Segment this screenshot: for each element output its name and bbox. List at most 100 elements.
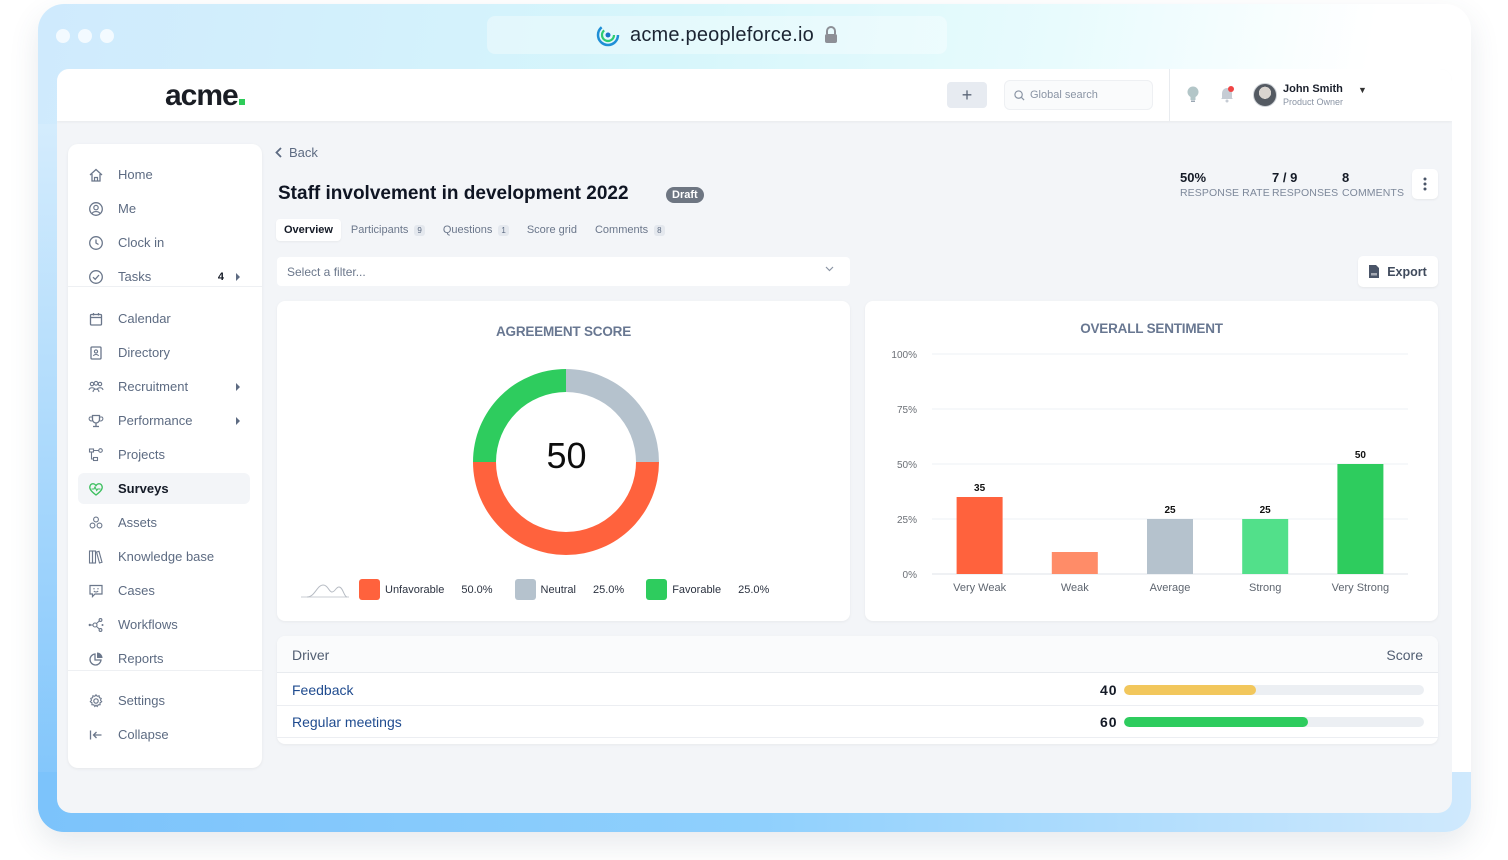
chevron-right-icon xyxy=(236,272,240,281)
driver-link[interactable]: Feedback xyxy=(292,682,353,698)
company-logo[interactable]: acme xyxy=(165,79,245,113)
tab-comments[interactable]: Comments 8 xyxy=(587,219,673,241)
tab-label: Questions xyxy=(442,224,493,236)
table-row: Feedback 40 xyxy=(277,674,1438,706)
sidebar-divider xyxy=(68,670,262,671)
chevron-right-icon xyxy=(236,382,240,391)
legend-swatch-favorable xyxy=(646,579,668,600)
window-dot[interactable] xyxy=(100,29,114,43)
sidebar-item-directory[interactable]: Directory xyxy=(78,337,250,368)
tab-participants[interactable]: Participants 9 xyxy=(343,219,433,241)
sidebar-item-label: Workflows xyxy=(118,617,178,632)
sidebar-divider xyxy=(68,286,262,287)
more-options-button[interactable] xyxy=(1412,169,1438,199)
tab-count-badge: 8 xyxy=(654,224,665,236)
filter-select[interactable]: Select a filter... xyxy=(277,257,850,286)
chevron-right-icon xyxy=(236,416,240,425)
search-input[interactable] xyxy=(1030,89,1140,101)
table-header: Driver Score xyxy=(277,636,1438,673)
bar-very-strong[interactable] xyxy=(1337,464,1384,574)
status-badge: Draft xyxy=(666,187,704,203)
user-name[interactable]: John Smith xyxy=(1283,83,1343,95)
sidebar-item-workflows[interactable]: Workflows xyxy=(78,609,250,640)
sidebar-item-label: Reports xyxy=(118,651,164,666)
address-bar[interactable]: acme.peopleforce.io xyxy=(487,16,947,54)
notifications-bell-icon[interactable] xyxy=(1219,86,1235,103)
stat-label: COMMENTS xyxy=(1342,187,1405,199)
back-label: Back xyxy=(289,145,318,160)
driver-link[interactable]: Regular meetings xyxy=(292,714,402,730)
y-tick-label: 0% xyxy=(903,570,918,581)
sidebar-item-label: Assets xyxy=(118,515,158,530)
lightbulb-icon[interactable] xyxy=(1187,86,1199,103)
sidebar-item-recruitment[interactable]: Recruitment xyxy=(78,371,250,402)
driver-score: 40 xyxy=(1100,682,1118,698)
sidebar-item-cases[interactable]: Cases xyxy=(78,575,250,606)
sidebar-item-knowledge-base[interactable]: Knowledge base xyxy=(78,541,250,572)
y-tick-label: 25% xyxy=(897,515,917,526)
distribution-curve-icon[interactable] xyxy=(301,582,349,598)
header-score[interactable]: Score xyxy=(1386,647,1423,663)
collapse-icon xyxy=(88,727,104,743)
user-role: Product Owner xyxy=(1283,97,1344,107)
legend-label: Unfavorable xyxy=(385,583,445,596)
score-progress-fill xyxy=(1124,717,1308,727)
score-progress-bar xyxy=(1124,685,1424,695)
tab-questions[interactable]: Questions 1 xyxy=(435,219,517,241)
driver-score: 60 xyxy=(1100,714,1118,730)
window-dot[interactable] xyxy=(56,29,70,43)
sidebar-item-label: Calendar xyxy=(118,311,171,326)
sidebar-item-label: Clock in xyxy=(118,235,165,250)
sentiment-bar-chart: 0% 25% 50% 75% 100% 35 Very Weak Weak 25 Average 2… xyxy=(891,350,1408,594)
tab-overview[interactable]: Overview xyxy=(276,219,341,241)
pie-chart-icon xyxy=(88,651,104,667)
sidebar-item-label: Projects xyxy=(118,447,165,462)
sidebar-item-collapse[interactable]: Collapse xyxy=(78,719,250,750)
user-avatar[interactable] xyxy=(1253,83,1277,107)
global-search[interactable] xyxy=(1004,80,1153,110)
back-link[interactable]: Back xyxy=(275,145,318,160)
user-menu-caret-icon[interactable]: ▼ xyxy=(1358,85,1367,95)
kebab-menu-icon xyxy=(1423,177,1427,191)
filter-placeholder: Select a filter... xyxy=(287,264,366,279)
sidebar-item-surveys[interactable]: Surveys xyxy=(78,473,250,504)
legend-label: Favorable xyxy=(672,583,722,596)
sidebar-item-label: Recruitment xyxy=(118,379,189,394)
agreement-score-card: AGREEMENT SCORE 50 Unfavorable 50.0% Neu… xyxy=(277,301,850,621)
workflow-icon xyxy=(88,617,104,633)
chat-smile-icon xyxy=(88,583,104,599)
sidebar: Home Me Clock in Tasks 4 Calendar Direct… xyxy=(68,144,262,768)
sidebar-item-settings[interactable]: Settings xyxy=(78,685,250,716)
assets-icon xyxy=(88,515,104,531)
sidebar-item-me[interactable]: Me xyxy=(78,193,250,224)
logo-dot xyxy=(238,99,245,105)
bar-very-weak[interactable] xyxy=(956,497,1003,574)
agreement-score-value: 50 xyxy=(546,435,587,476)
sidebar-item-label: Home xyxy=(118,167,153,182)
sidebar-item-performance[interactable]: Performance xyxy=(78,405,250,436)
add-button[interactable]: + xyxy=(947,82,987,108)
sidebar-item-assets[interactable]: Assets xyxy=(78,507,250,538)
frame-edge xyxy=(38,124,58,832)
sidebar-item-projects[interactable]: Projects xyxy=(78,439,250,470)
x-tick-label: Average xyxy=(1150,582,1191,594)
tasks-count-badge: 4 xyxy=(217,270,224,283)
trophy-icon xyxy=(88,413,104,429)
sidebar-item-label: Directory xyxy=(118,345,171,360)
logo-text: acme xyxy=(165,79,239,112)
sidebar-item-clock-in[interactable]: Clock in xyxy=(78,227,250,258)
sidebar-item-tasks[interactable]: Tasks 4 xyxy=(78,261,250,292)
sidebar-item-home[interactable]: Home xyxy=(78,159,250,190)
url-text: acme.peopleforce.io xyxy=(630,23,814,46)
tab-score-grid[interactable]: Score grid xyxy=(519,219,585,241)
bar-weak[interactable] xyxy=(1051,552,1098,574)
bar-strong[interactable] xyxy=(1242,519,1289,574)
lock-icon xyxy=(824,26,837,43)
header-driver[interactable]: Driver xyxy=(292,647,329,663)
x-tick-label: Very Strong xyxy=(1332,582,1389,594)
sidebar-item-calendar[interactable]: Calendar xyxy=(78,303,250,334)
directory-icon xyxy=(88,345,104,361)
bar-average[interactable] xyxy=(1147,519,1193,574)
window-dot[interactable] xyxy=(78,29,92,43)
export-button[interactable]: Export xyxy=(1358,256,1438,287)
